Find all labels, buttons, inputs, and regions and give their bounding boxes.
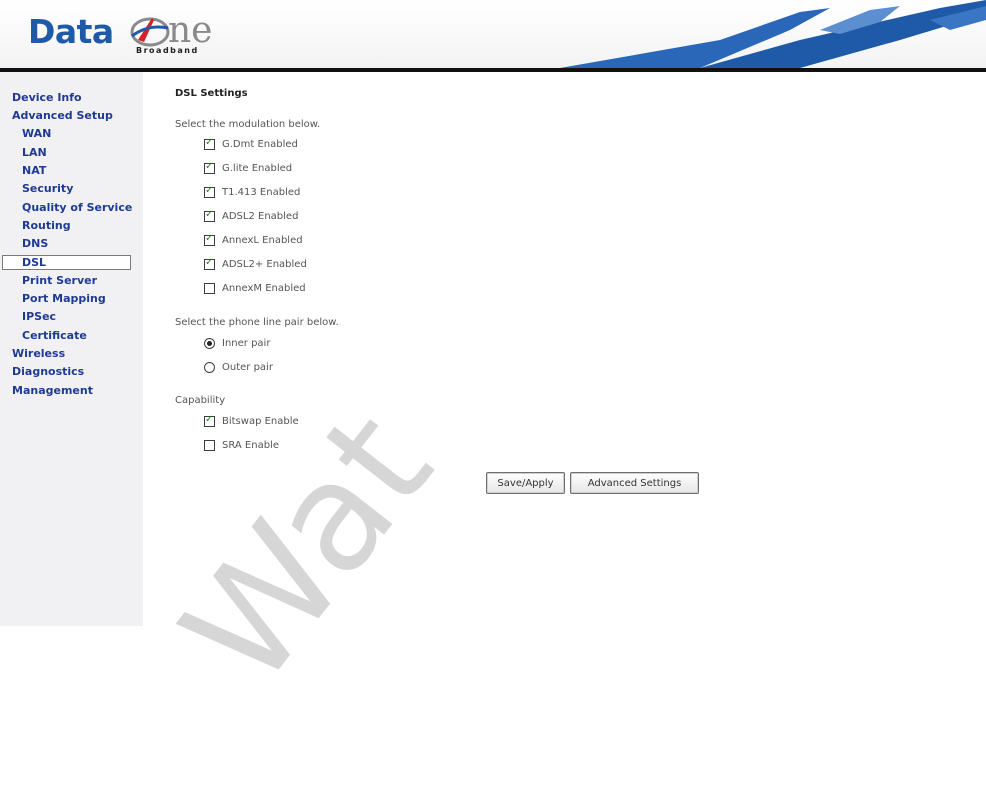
sidebar-item-security[interactable]: Security bbox=[22, 182, 73, 195]
sidebar-item-lan[interactable]: LAN bbox=[22, 146, 47, 159]
sidebar-item-certificate[interactable]: Certificate bbox=[22, 329, 87, 342]
glite-label: G.lite Enabled bbox=[222, 162, 293, 174]
logo-tagline: Broadband bbox=[136, 46, 199, 55]
option-sra[interactable]: SRA Enable bbox=[204, 438, 279, 452]
logo-text-data: Data bbox=[28, 12, 114, 51]
option-annexm[interactable]: AnnexM Enabled bbox=[204, 281, 306, 295]
sidebar-item-routing[interactable]: Routing bbox=[22, 219, 71, 232]
t1413-label: T1.413 Enabled bbox=[222, 186, 301, 198]
bitswap-checkbox[interactable] bbox=[204, 414, 215, 427]
sidebar-item-wan[interactable]: WAN bbox=[22, 127, 51, 140]
sidebar-item-nat[interactable]: NAT bbox=[22, 164, 46, 177]
option-inner-pair[interactable]: Inner pair bbox=[204, 336, 270, 350]
adsl2plus-label: ADSL2+ Enabled bbox=[222, 258, 307, 270]
sidebar-item-advanced-setup[interactable]: Advanced Setup bbox=[12, 109, 113, 122]
sidebar-item-ipsec[interactable]: IPSec bbox=[22, 310, 56, 323]
adsl2-label: ADSL2 Enabled bbox=[222, 210, 299, 222]
t1413-checkbox[interactable] bbox=[204, 185, 215, 198]
annexm-label: AnnexM Enabled bbox=[222, 282, 306, 294]
option-glite[interactable]: G.lite Enabled bbox=[204, 161, 292, 175]
gdmt-checkbox[interactable] bbox=[204, 137, 215, 150]
option-bitswap[interactable]: Bitswap Enable bbox=[204, 414, 299, 428]
page-title: DSL Settings bbox=[175, 88, 248, 99]
modulation-section-label: Select the modulation below. bbox=[175, 119, 321, 130]
option-adsl2[interactable]: ADSL2 Enabled bbox=[204, 209, 298, 223]
outer-pair-label: Outer pair bbox=[222, 361, 273, 373]
inner-pair-radio[interactable] bbox=[204, 337, 215, 349]
inner-pair-label: Inner pair bbox=[222, 337, 271, 349]
option-t1413[interactable]: T1.413 Enabled bbox=[204, 185, 300, 199]
header-divider bbox=[0, 68, 986, 72]
sidebar-item-dns[interactable]: DNS bbox=[22, 237, 48, 250]
sidebar-nav: Device Info Advanced Setup WAN LAN NAT S… bbox=[0, 72, 143, 626]
bitswap-label: Bitswap Enable bbox=[222, 415, 299, 427]
header-banner: Data ne Broadband bbox=[0, 0, 986, 72]
sidebar-item-device-info[interactable]: Device Info bbox=[12, 91, 82, 104]
adsl2plus-checkbox[interactable] bbox=[204, 257, 215, 270]
sra-label: SRA Enable bbox=[222, 439, 279, 451]
annexl-checkbox[interactable] bbox=[204, 233, 215, 246]
sidebar-item-dsl[interactable]: DSL bbox=[22, 256, 46, 269]
sidebar-item-print-server[interactable]: Print Server bbox=[22, 274, 97, 287]
annexm-checkbox[interactable] bbox=[204, 282, 215, 294]
advanced-settings-button[interactable]: Advanced Settings bbox=[570, 472, 699, 494]
sra-checkbox[interactable] bbox=[204, 439, 215, 451]
phone-pair-section-label: Select the phone line pair below. bbox=[175, 317, 339, 328]
option-adsl2plus[interactable]: ADSL2+ Enabled bbox=[204, 257, 307, 271]
glite-checkbox[interactable] bbox=[204, 161, 215, 174]
gdmt-label: G.Dmt Enabled bbox=[222, 138, 298, 150]
sidebar-item-management[interactable]: Management bbox=[12, 384, 93, 397]
logo-text-one: ne bbox=[168, 10, 213, 51]
adsl2-checkbox[interactable] bbox=[204, 209, 215, 222]
save-apply-button[interactable]: Save/Apply bbox=[486, 472, 565, 494]
option-outer-pair[interactable]: Outer pair bbox=[204, 360, 273, 374]
option-gdmt[interactable]: G.Dmt Enabled bbox=[204, 137, 298, 151]
capability-section-label: Capability bbox=[175, 395, 226, 406]
dsl-settings-panel: DSL Settings Select the modulation below… bbox=[160, 80, 960, 520]
outer-pair-radio[interactable] bbox=[204, 361, 215, 373]
sidebar-item-diagnostics[interactable]: Diagnostics bbox=[12, 365, 84, 378]
sidebar-item-wireless[interactable]: Wireless bbox=[12, 347, 65, 360]
sidebar-item-port-mapping[interactable]: Port Mapping bbox=[22, 292, 106, 305]
annexl-label: AnnexL Enabled bbox=[222, 234, 303, 246]
sidebar-item-quality-of-service[interactable]: Quality of Service bbox=[22, 201, 132, 214]
option-annexl[interactable]: AnnexL Enabled bbox=[204, 233, 303, 247]
logo-globe-icon bbox=[130, 17, 170, 47]
